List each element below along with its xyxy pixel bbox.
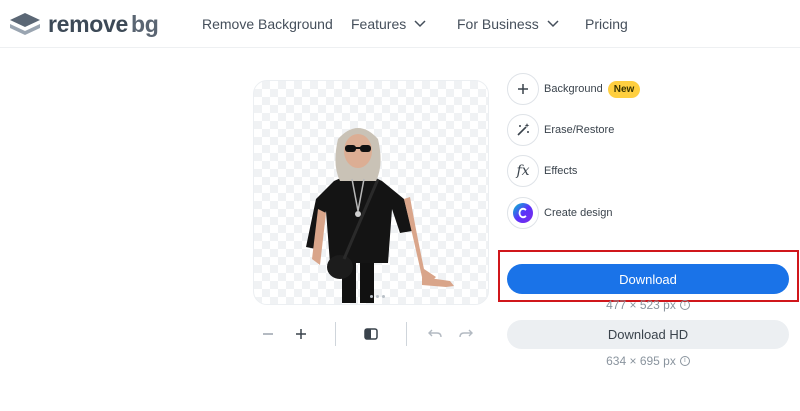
new-badge: New [607, 80, 641, 98]
nav-features[interactable]: Features [351, 0, 426, 48]
nav-remove-background[interactable]: Remove Background [202, 0, 333, 48]
magic-wand-icon [517, 123, 530, 136]
redo-icon [459, 329, 473, 338]
background-tool-icon-circle [507, 73, 539, 105]
undo-button[interactable] [425, 320, 445, 348]
person-cutout-image [306, 128, 454, 303]
compare-icon [364, 328, 378, 340]
effects-tool-label: Effects [544, 165, 578, 177]
erase-restore-tool[interactable]: Erase/Restore [507, 114, 614, 146]
nav-for-business-label: For Business [457, 16, 539, 32]
create-design-tool-icon-circle [507, 197, 539, 229]
chevron-down-icon [547, 20, 559, 28]
erase-restore-tool-label: Erase/Restore [544, 124, 615, 136]
fx-icon: fx [516, 163, 530, 179]
logo-icon [10, 13, 40, 35]
create-design-tool-label: Create design [544, 207, 613, 219]
zoom-out-button[interactable] [258, 320, 278, 348]
logo-wordmark: remove bg [48, 10, 159, 37]
nav-pricing-label: Pricing [585, 16, 628, 32]
nav-remove-background-label: Remove Background [202, 16, 333, 32]
download-size-text: 477 × 523 px [606, 298, 676, 312]
plus-icon [518, 84, 528, 94]
nav-for-business[interactable]: For Business [457, 0, 559, 48]
background-tool[interactable]: Background New [507, 73, 641, 105]
download-size-info: 477 × 523 px i [507, 298, 789, 312]
redo-button[interactable] [456, 320, 476, 348]
effects-tool-icon-circle: fx [507, 155, 539, 187]
info-icon[interactable]: i [679, 356, 690, 366]
download-hd-size-text: 634 × 695 px [606, 354, 676, 368]
brand-logo[interactable]: remove bg [8, 9, 159, 39]
chevron-down-icon [414, 20, 426, 28]
effects-tool[interactable]: fx Effects [507, 155, 577, 187]
minus-icon [263, 333, 273, 335]
carousel-dots[interactable] [370, 295, 385, 298]
nav-features-label: Features [351, 16, 407, 32]
toolbar-divider [406, 322, 407, 346]
download-button[interactable]: Download [507, 264, 789, 294]
info-icon[interactable]: i [679, 300, 690, 310]
plus-icon [296, 329, 306, 339]
compare-button[interactable] [360, 320, 382, 348]
download-hd-size-info: 634 × 695 px i [507, 354, 789, 368]
nav-pricing[interactable]: Pricing [585, 0, 628, 48]
top-navbar: remove bg Remove Background Features For … [0, 0, 800, 48]
download-hd-button[interactable]: Download HD [507, 320, 789, 349]
canva-icon [513, 203, 533, 223]
undo-icon [428, 329, 442, 338]
create-design-tool[interactable]: Create design [507, 197, 613, 229]
background-tool-label: Background [544, 83, 603, 95]
result-image-preview[interactable] [253, 80, 489, 305]
zoom-in-button[interactable] [291, 320, 311, 348]
toolbar-divider [335, 322, 336, 346]
erase-restore-tool-icon-circle [507, 114, 539, 146]
